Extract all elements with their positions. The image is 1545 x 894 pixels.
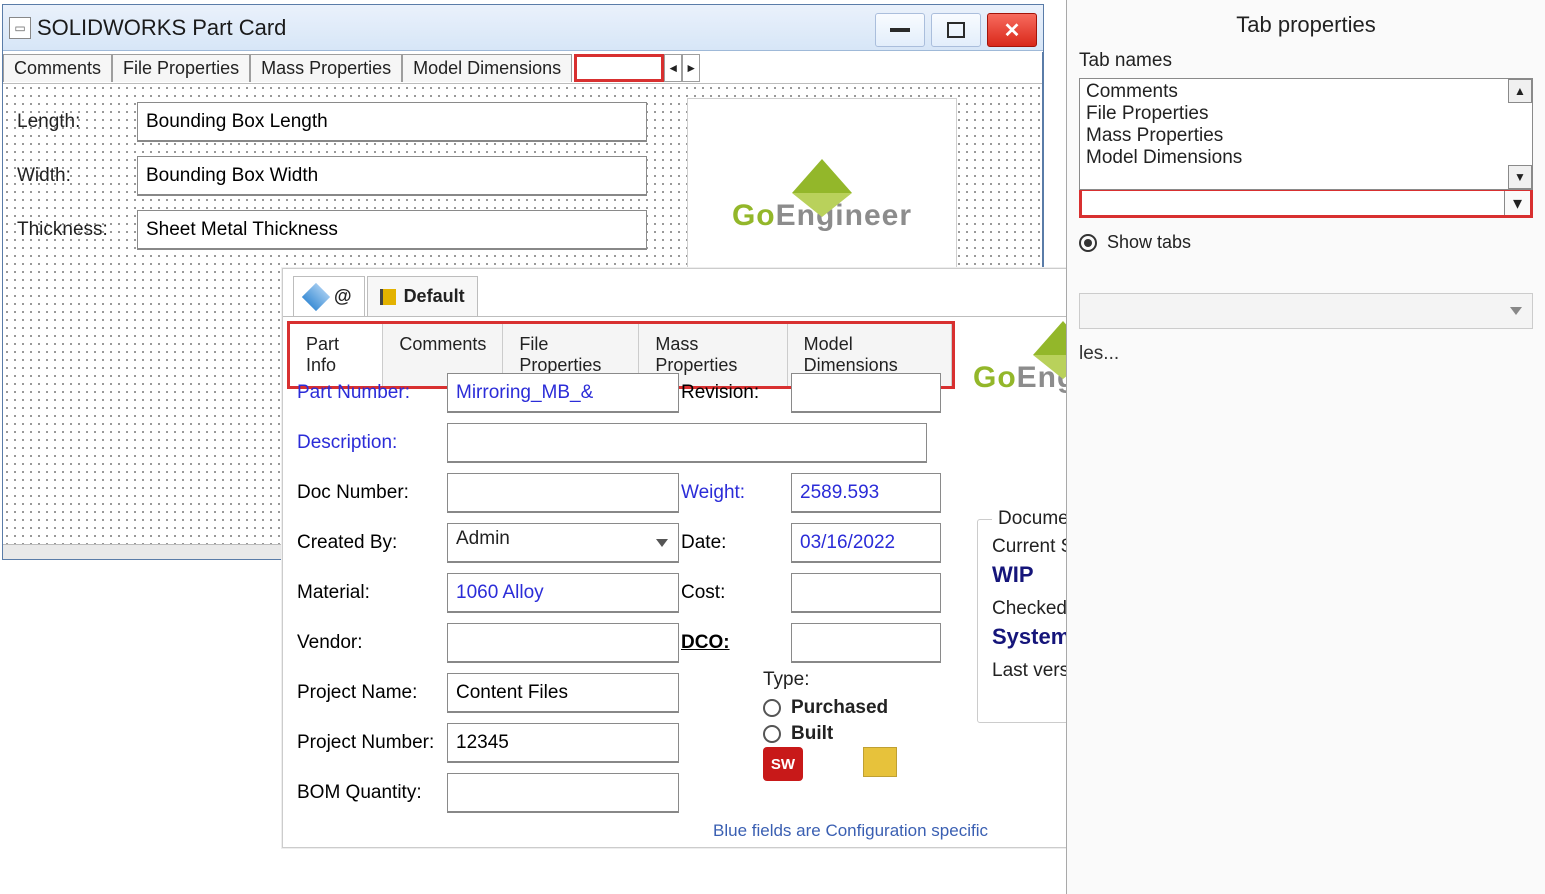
list-item[interactable]: Comments [1086, 81, 1526, 103]
card-icon: ▭ [9, 17, 31, 39]
weight-input[interactable] [791, 473, 941, 513]
radio-icon [763, 725, 781, 743]
type-built-label: Built [791, 723, 833, 745]
dco-input[interactable] [791, 623, 941, 663]
date-label: Date: [681, 532, 791, 554]
vendor-input[interactable] [447, 623, 679, 663]
length-input[interactable] [137, 102, 647, 142]
titlebar: ▭ SOLIDWORKS Part Card ✕ [3, 5, 1043, 51]
tab-names-listbox[interactable]: ▲ Comments File Properties Mass Properti… [1079, 78, 1533, 190]
width-label: Width: [17, 165, 137, 187]
description-label: Description: [297, 432, 447, 454]
type-purchased-label: Purchased [791, 697, 888, 719]
minimize-button[interactable] [875, 13, 925, 47]
at-icon: @ [334, 286, 352, 307]
part-number-input[interactable] [447, 373, 679, 413]
new-tab-highlight[interactable] [574, 54, 664, 82]
list-scroll-up[interactable]: ▲ [1508, 79, 1532, 103]
logo-cube-icon [792, 159, 852, 193]
list-scroll-down[interactable]: ▼ [1508, 165, 1532, 189]
window-title: SOLIDWORKS Part Card [37, 15, 286, 41]
project-number-input[interactable] [447, 723, 679, 763]
thickness-label: Thickness: [17, 219, 137, 241]
bom-input[interactable] [447, 773, 679, 813]
cost-input[interactable] [791, 573, 941, 613]
type-built-option[interactable]: Built [763, 723, 888, 745]
revision-input[interactable] [791, 373, 941, 413]
revision-label: Revision: [681, 382, 791, 404]
list-item[interactable]: Model Dimensions [1086, 147, 1526, 169]
width-input[interactable] [137, 156, 647, 196]
project-name-label: Project Name: [297, 682, 447, 704]
dropdown-icon[interactable]: ▾ [1504, 191, 1530, 215]
dco-label: DCO: [681, 632, 791, 654]
solidworks-icon: SW [763, 747, 803, 781]
show-tabs-option[interactable]: Show tabs [1079, 232, 1533, 253]
type-purchased-option[interactable]: Purchased [763, 697, 888, 719]
doc-number-label: Doc Number: [297, 482, 447, 504]
new-tab-name-input[interactable] [1082, 191, 1504, 215]
part-icon [302, 282, 330, 310]
weight-label: Weight: [681, 482, 791, 504]
bricks-icon [863, 747, 897, 777]
list-item[interactable]: Mass Properties [1086, 125, 1526, 147]
new-tab-name-highlight[interactable]: ▾ [1079, 188, 1533, 218]
doc-number-input[interactable] [447, 473, 679, 513]
tab-names-label: Tab names [1079, 50, 1533, 72]
created-by-select[interactable]: Admin [447, 523, 679, 563]
card-fields: Length: Width: Thickness: [17, 102, 647, 264]
close-button[interactable]: ✕ [987, 13, 1037, 47]
part-number-label: Part Number: [297, 382, 447, 404]
tab-scroll-right[interactable]: ► [682, 54, 700, 82]
logo-box: GoEngineer [687, 98, 957, 294]
material-label: Material: [297, 582, 447, 604]
type-label: Type: [763, 669, 888, 691]
tab-comments[interactable]: Comments [3, 54, 112, 82]
project-name-input[interactable] [447, 673, 679, 713]
length-label: Length: [17, 111, 137, 133]
config-tab-at[interactable]: @ [293, 276, 365, 316]
flag-icon [380, 289, 396, 305]
vendor-label: Vendor: [297, 632, 447, 654]
show-tabs-label: Show tabs [1107, 232, 1191, 253]
radio-icon [763, 699, 781, 717]
tab-file-properties[interactable]: File Properties [112, 54, 250, 82]
project-number-label: Project Number: [297, 732, 447, 754]
material-input[interactable] [447, 573, 679, 613]
tab-scroll-left[interactable]: ◄ [664, 54, 682, 82]
bom-label: BOM Quantity: [297, 782, 447, 804]
truncated-text: les... [1079, 343, 1533, 365]
config-default-label: Default [404, 286, 465, 307]
created-by-value: Admin [456, 528, 510, 549]
config-note: Blue fields are Configuration specific [713, 821, 988, 841]
right-column: Revision: Weight: Date: Cost: DCO: [681, 373, 941, 673]
radio-icon [1079, 234, 1097, 252]
created-by-label: Created By: [297, 532, 447, 554]
list-item[interactable]: File Properties [1086, 103, 1526, 125]
maximize-button[interactable] [931, 13, 981, 47]
thickness-input[interactable] [137, 210, 647, 250]
config-tab-default[interactable]: Default [367, 276, 478, 316]
tab-mass-properties[interactable]: Mass Properties [250, 54, 402, 82]
date-input[interactable] [791, 523, 941, 563]
tabstrip: Comments File Properties Mass Properties… [3, 52, 1042, 84]
tab-model-dimensions[interactable]: Model Dimensions [402, 54, 572, 82]
tab-properties-panel: Tab properties Tab names ▲ Comments File… [1066, 0, 1545, 894]
type-block: Type: Purchased Built [763, 669, 888, 749]
cost-label: Cost: [681, 582, 791, 604]
panel-title: Tab properties [1079, 12, 1533, 38]
variables-dropdown[interactable] [1079, 293, 1533, 329]
